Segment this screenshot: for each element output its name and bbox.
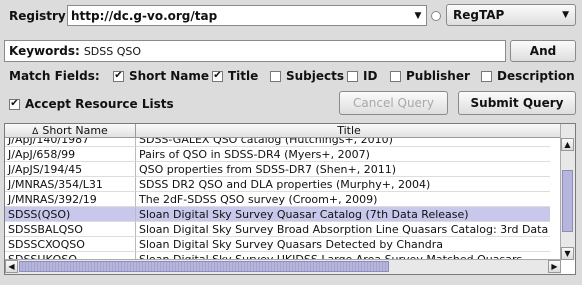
subjects-checkbox[interactable] [270, 70, 281, 82]
table-row[interactable]: J/ApJS/194/45 QSO properties from SDSS-D… [5, 162, 550, 177]
short-name-cell: SDSSBALQSO [5, 222, 136, 237]
horizontal-scrollbar[interactable]: ◀ ▶ [5, 259, 561, 274]
short-name-header-label: Short Name [42, 124, 108, 137]
keywords-input[interactable]: SDSS QSO [80, 45, 141, 58]
keywords-field[interactable]: Keywords: SDSS QSO [4, 40, 506, 62]
table-row[interactable]: J/ApJ/658/99 Pairs of QSO in SDSS-DR4 (M… [5, 147, 550, 162]
short-name-cell: J/ApJ/140/1987 [5, 138, 136, 147]
registry-url-value: http://dc.g-vo.org/tap [71, 8, 218, 23]
title-cell: SDSS DR2 QSO and DLA properties (Murphy+… [136, 177, 550, 192]
id-checkbox[interactable] [347, 70, 358, 82]
title-cell: Sloan Digital Sky Survey Quasars Detecte… [136, 237, 550, 252]
accept-resource-lists[interactable]: ✔ Accept Resource Lists [9, 97, 174, 111]
match-subjects[interactable]: Subjects [270, 69, 344, 83]
cancel-query-label: Cancel Query [353, 96, 434, 110]
column-header-title[interactable]: Title [136, 124, 563, 138]
scroll-left-icon[interactable]: ◀ [5, 260, 18, 273]
match-publisher[interactable]: Publisher [390, 69, 470, 83]
table-body: J/ApJ/140/1987 SDSS-GALEX QSO catalog (H… [5, 138, 563, 262]
short-name-checkbox[interactable]: ✔ [113, 70, 124, 82]
title-header-label: Title [337, 124, 361, 137]
accept-checkbox[interactable]: ✔ [9, 98, 20, 110]
registry-url-combo[interactable]: http://dc.g-vo.org/tap ▼ [67, 5, 427, 26]
table-row[interactable]: SDSSBALQSO Sloan Digital Sky Survey Broa… [5, 222, 550, 237]
chevron-down-icon[interactable]: ▼ [410, 11, 426, 21]
table-row-selected[interactable]: SDSS(QSO) Sloan Digital Sky Survey Quasa… [5, 207, 550, 222]
submit-query-button[interactable]: Submit Query [458, 91, 576, 115]
short-name-cell: J/MNRAS/354/L31 [5, 177, 136, 192]
table-row[interactable]: SDSSCXOQSO Sloan Digital Sky Survey Quas… [5, 237, 550, 252]
title-cell: Sloan Digital Sky Survey Broad Absorptio… [136, 222, 550, 237]
submit-query-label: Submit Query [470, 96, 564, 110]
sort-indicator: Δ [32, 127, 39, 137]
short-name-cell: SDSSCXOQSO [5, 237, 136, 252]
registry-label: Registry: [9, 9, 71, 23]
short-name-cell: SDSS(QSO) [5, 207, 136, 222]
short-name-cell: J/ApJS/194/45 [5, 162, 136, 177]
title-cell: SDSS-GALEX QSO catalog (Hutchings+, 2010… [136, 138, 550, 147]
title-cell: Sloan Digital Sky Survey Quasar Catalog … [136, 207, 550, 222]
and-button[interactable]: And [510, 40, 576, 62]
title-cell: Pairs of QSO in SDSS-DR4 (Myers+, 2007) [136, 147, 550, 162]
title-label: Title [228, 69, 259, 83]
keywords-label: Keywords: [9, 44, 80, 58]
and-label: And [529, 44, 557, 58]
match-short-name[interactable]: ✔ Short Name [113, 69, 209, 83]
scroll-down-icon[interactable]: ▼ [561, 247, 574, 260]
table-row[interactable]: J/MNRAS/392/19 The 2dF-SDSS QSO survey (… [5, 192, 550, 207]
subjects-label: Subjects [286, 69, 345, 83]
match-fields-label: Match Fields: [9, 69, 100, 83]
scroll-up-icon[interactable]: ▲ [561, 138, 574, 151]
id-label: ID [363, 69, 378, 83]
title-cell: QSO properties from SDSS-DR7 (Shen+, 201… [136, 162, 550, 177]
chevron-down-icon: ▼ [562, 10, 569, 20]
accept-label: Accept Resource Lists [25, 97, 174, 111]
scroll-right-icon[interactable]: ▶ [548, 260, 561, 273]
results-table[interactable]: Δ Short Name Title J/ApJ/140/1987 SDSS-G… [4, 123, 576, 275]
title-checkbox[interactable]: ✔ [212, 70, 223, 82]
column-header-short-name[interactable]: Δ Short Name [5, 124, 136, 138]
title-cell: The 2dF-SDSS QSO survey (Croom+, 2009) [136, 192, 550, 207]
vertical-scroll-thumb[interactable] [562, 170, 573, 232]
short-name-cell: J/ApJ/658/99 [5, 147, 136, 162]
radio-icon[interactable] [431, 11, 441, 21]
match-title[interactable]: ✔ Title [212, 69, 258, 83]
description-checkbox[interactable] [481, 70, 492, 82]
cancel-query-button[interactable]: Cancel Query [339, 91, 448, 115]
horizontal-scroll-thumb[interactable] [19, 261, 389, 272]
table-row[interactable]: J/MNRAS/354/L31 SDSS DR2 QSO and DLA pro… [5, 177, 550, 192]
publisher-checkbox[interactable] [390, 70, 401, 82]
table-row[interactable]: J/ApJ/140/1987 SDSS-GALEX QSO catalog (H… [5, 138, 550, 147]
regtap-dropdown[interactable]: RegTAP ▼ [446, 4, 576, 26]
publisher-label: Publisher [406, 69, 470, 83]
description-label: Description [497, 69, 575, 83]
regtap-label: RegTAP [453, 8, 505, 22]
short-name-cell: J/MNRAS/392/19 [5, 192, 136, 207]
short-name-label: Short Name [129, 69, 210, 83]
match-id[interactable]: ID [347, 69, 377, 83]
match-description[interactable]: Description [481, 69, 575, 83]
vertical-scrollbar[interactable]: ▲ ▼ [560, 124, 575, 260]
